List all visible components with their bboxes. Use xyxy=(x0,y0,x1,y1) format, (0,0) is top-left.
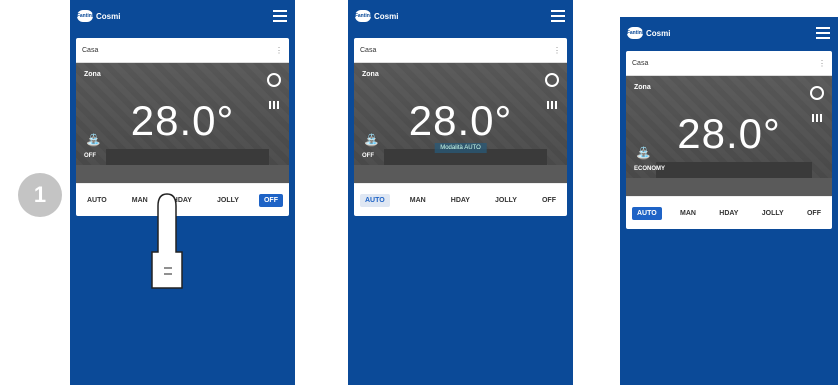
zone-scene: Zona 28.0° ⛲ ECONOMY xyxy=(626,76,832,196)
zone-name: Zona xyxy=(362,71,379,78)
mode-tabs: AUTO MAN HDAY JOLLY OFF xyxy=(354,183,567,216)
zone-scene: Zona 28.0° ⛲ OFF xyxy=(76,63,289,183)
tap-icon: ⛲ xyxy=(86,133,101,147)
house-selector[interactable]: Casa ⋮ xyxy=(354,38,567,63)
tab-man[interactable]: MAN xyxy=(405,194,431,207)
tap-icon: ⛲ xyxy=(636,146,651,160)
temperature-value: 28.0° xyxy=(130,97,235,144)
gear-icon[interactable] xyxy=(267,73,281,87)
brand-logo: Fantini Cosmi xyxy=(355,10,398,22)
tab-man[interactable]: MAN xyxy=(675,207,701,220)
brand-badge: Fantini xyxy=(77,10,93,22)
more-icon[interactable]: ⋮ xyxy=(275,46,283,55)
scene-floor xyxy=(76,165,289,183)
app-header: Fantini Cosmi xyxy=(348,0,573,36)
mode-change-message: Modalità AUTO xyxy=(434,143,487,153)
mode-label: OFF xyxy=(362,153,374,159)
app-header: Fantini Cosmi xyxy=(620,17,838,53)
house-name: Casa xyxy=(82,46,99,54)
temperature-value: 28.0° xyxy=(408,97,513,144)
brand-name: Cosmi xyxy=(646,28,671,38)
step-number-badge: 1 xyxy=(18,173,62,217)
mode-label: OFF xyxy=(84,153,96,159)
temperature-value: 28.0° xyxy=(677,110,781,157)
zone-card: Casa ⋮ Zona 28.0° ⛲ ECONOMY AUTO MAN HDAY… xyxy=(626,51,832,229)
house-name: Casa xyxy=(360,46,377,54)
scene-floor xyxy=(354,165,567,183)
zone-name: Zona xyxy=(634,84,651,91)
signal-icon xyxy=(269,101,279,109)
phone-screen-1: Fantini Cosmi Casa ⋮ Zona 28.0° ⛲ OFF AUT… xyxy=(70,0,295,385)
brand-name: Cosmi xyxy=(374,11,399,21)
finger-icon xyxy=(151,193,183,289)
hamburger-icon[interactable] xyxy=(551,10,565,22)
mode-tabs: AUTO MAN HDAY JOLLY OFF xyxy=(626,196,832,229)
more-icon[interactable]: ⋮ xyxy=(553,46,561,55)
scene-table xyxy=(656,162,812,178)
zone-card: Casa ⋮ Zona 28.0° ⛲ OFF Modalità AUTO AUT… xyxy=(354,38,567,216)
tab-jolly[interactable]: JOLLY xyxy=(490,194,522,207)
signal-icon xyxy=(812,114,822,122)
brand-logo: Fantini Cosmi xyxy=(627,27,670,39)
zone-scene: Zona 28.0° ⛲ OFF Modalità AUTO xyxy=(354,63,567,183)
scene-table xyxy=(106,149,269,165)
tab-off[interactable]: OFF xyxy=(802,207,826,220)
house-selector[interactable]: Casa ⋮ xyxy=(626,51,832,76)
mode-label: ECONOMY xyxy=(634,166,666,172)
hamburger-icon[interactable] xyxy=(816,27,830,39)
tab-auto[interactable]: AUTO xyxy=(82,194,112,207)
brand-logo: Fantini Cosmi xyxy=(77,10,120,22)
brand-badge: Fantini xyxy=(355,10,371,22)
house-name: Casa xyxy=(632,59,649,67)
tab-off[interactable]: OFF xyxy=(537,194,561,207)
tab-auto[interactable]: AUTO xyxy=(360,193,390,207)
step-number: 1 xyxy=(33,182,47,207)
zone-card: Casa ⋮ Zona 28.0° ⛲ OFF AUTO MAN HDAY JOL… xyxy=(76,38,289,216)
brand-badge: Fantini xyxy=(627,27,643,39)
tap-icon: ⛲ xyxy=(364,133,379,147)
house-selector[interactable]: Casa ⋮ xyxy=(76,38,289,63)
scene-floor xyxy=(626,178,832,196)
signal-icon xyxy=(547,101,557,109)
tab-jolly[interactable]: JOLLY xyxy=(757,207,789,220)
gear-icon[interactable] xyxy=(810,86,824,100)
hamburger-icon[interactable] xyxy=(273,10,287,22)
tab-man[interactable]: MAN xyxy=(127,194,153,207)
zone-name: Zona xyxy=(84,71,101,78)
phone-screen-3: Fantini Cosmi Casa ⋮ Zona 28.0° ⛲ ECONOMY… xyxy=(620,17,838,385)
phone-screen-2: Fantini Cosmi Casa ⋮ Zona 28.0° ⛲ OFF Mod… xyxy=(348,0,573,385)
app-header: Fantini Cosmi xyxy=(70,0,295,36)
brand-name: Cosmi xyxy=(96,11,121,21)
more-icon[interactable]: ⋮ xyxy=(818,59,826,68)
tab-hday[interactable]: HDAY xyxy=(714,207,743,220)
tab-auto[interactable]: AUTO xyxy=(632,206,662,220)
tab-hday[interactable]: HDAY xyxy=(446,194,475,207)
gear-icon[interactable] xyxy=(545,73,559,87)
tab-jolly[interactable]: JOLLY xyxy=(212,194,244,207)
tab-off[interactable]: OFF xyxy=(258,193,283,207)
